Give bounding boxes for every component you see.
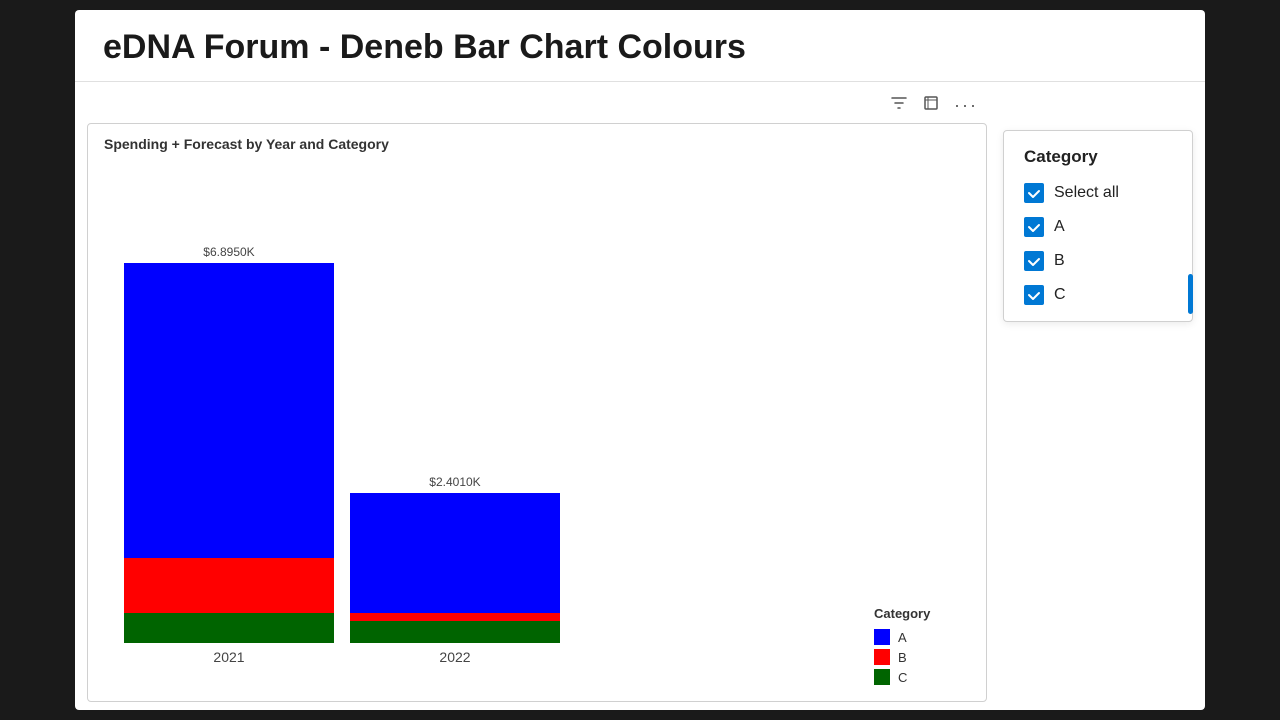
filter-panel-container: Category Select all A bbox=[1003, 90, 1193, 702]
bar-label-bottom-2021: 2021 bbox=[213, 649, 244, 665]
bars-row: $6.8950K 2021 $2.4010K bbox=[104, 160, 850, 689]
chart-panel: Spending + Forecast by Year and Category… bbox=[87, 123, 987, 702]
legend-color-B bbox=[874, 649, 890, 665]
more-button[interactable]: ··· bbox=[949, 90, 983, 121]
bar-segment-2022-A bbox=[350, 493, 560, 613]
checkbox-B[interactable] bbox=[1024, 251, 1044, 271]
bar-group-2021: $6.8950K 2021 bbox=[124, 245, 334, 665]
bar-label-top-2022: $2.4010K bbox=[429, 475, 480, 489]
title-bar: eDNA Forum - Deneb Bar Chart Colours bbox=[75, 10, 1205, 82]
filter-item-C[interactable]: C bbox=[1024, 285, 1172, 305]
bar-segment-2021-B bbox=[124, 558, 334, 613]
expand-button[interactable] bbox=[917, 90, 945, 121]
checkbox-select-all[interactable] bbox=[1024, 183, 1044, 203]
scrollbar-indicator bbox=[1188, 274, 1193, 314]
filter-button[interactable] bbox=[885, 90, 913, 121]
filter-item-B[interactable]: B bbox=[1024, 251, 1172, 271]
filter-label-select-all: Select all bbox=[1054, 184, 1119, 202]
checkbox-A[interactable] bbox=[1024, 217, 1044, 237]
bar-segment-2022-B bbox=[350, 613, 560, 621]
checkbox-C[interactable] bbox=[1024, 285, 1044, 305]
filter-item-select-all[interactable]: Select all bbox=[1024, 183, 1172, 203]
bar-stack-2022 bbox=[350, 493, 560, 643]
bar-group-2022: $2.4010K 2022 bbox=[350, 475, 560, 665]
chart-area: $6.8950K 2021 $2.4010K bbox=[104, 160, 850, 689]
bar-segment-2021-C bbox=[124, 613, 334, 643]
filter-panel: Category Select all A bbox=[1003, 130, 1193, 322]
bar-label-top-2021: $6.8950K bbox=[203, 245, 254, 259]
legend-item-B: B bbox=[874, 649, 946, 665]
legend-title: Category bbox=[874, 606, 946, 621]
filter-item-A[interactable]: A bbox=[1024, 217, 1172, 237]
filter-label-B: B bbox=[1054, 252, 1065, 270]
chart-body: $6.8950K 2021 $2.4010K bbox=[104, 160, 970, 689]
toolbar-row: ··· bbox=[87, 90, 987, 121]
chart-panel-wrapper: ··· Spending + Forecast by Year and Cate… bbox=[87, 90, 987, 702]
legend-area: Category A B C bbox=[850, 586, 970, 689]
chart-title: Spending + Forecast by Year and Category bbox=[104, 136, 970, 152]
legend-label-B: B bbox=[898, 650, 907, 665]
legend-label-C: C bbox=[898, 670, 907, 685]
bar-label-bottom-2022: 2022 bbox=[439, 649, 470, 665]
filter-title: Category bbox=[1024, 147, 1172, 167]
legend-color-C bbox=[874, 669, 890, 685]
page-wrapper: eDNA Forum - Deneb Bar Chart Colours · bbox=[75, 10, 1205, 710]
filter-label-A: A bbox=[1054, 218, 1065, 236]
page-title: eDNA Forum - Deneb Bar Chart Colours bbox=[103, 28, 746, 66]
legend-item-A: A bbox=[874, 629, 946, 645]
legend-label-A: A bbox=[898, 630, 907, 645]
bar-stack-2021 bbox=[124, 263, 334, 643]
legend-color-A bbox=[874, 629, 890, 645]
filter-label-C: C bbox=[1054, 286, 1066, 304]
legend-item-C: C bbox=[874, 669, 946, 685]
content-area: ··· Spending + Forecast by Year and Cate… bbox=[75, 82, 1205, 710]
bar-segment-2022-C bbox=[350, 621, 560, 643]
bar-segment-2021-A bbox=[124, 263, 334, 558]
